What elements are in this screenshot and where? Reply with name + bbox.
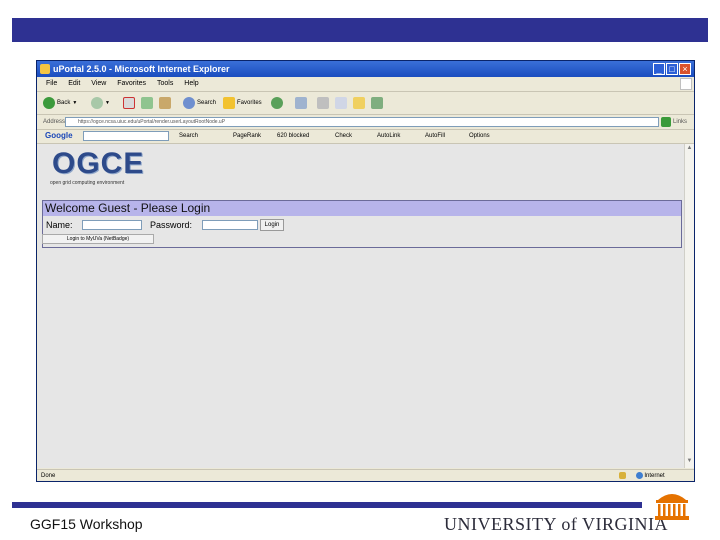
messenger-icon [371, 97, 383, 109]
login-header: Welcome Guest - Please Login [43, 201, 681, 216]
google-options-button[interactable]: Options [469, 129, 490, 143]
home-icon [159, 97, 171, 109]
standard-toolbar: Back ▼ ▼ Search Favorites [37, 92, 694, 115]
workshop-label: GGF15 Workshop [30, 516, 143, 532]
rotunda-logo [655, 494, 689, 520]
maximize-button[interactable]: □ [666, 63, 678, 75]
vertical-scrollbar[interactable]: ▲ ▼ [684, 144, 694, 468]
forward-icon [91, 97, 103, 109]
address-input[interactable]: https://ogce.ncsa.uiuc.edu/uPortal/rende… [65, 117, 659, 127]
stop-icon [123, 97, 135, 109]
back-icon [43, 97, 55, 109]
close-button[interactable]: × [679, 63, 691, 75]
address-bar: Address https://ogce.ncsa.uiuc.edu/uPort… [37, 115, 694, 130]
menu-edit[interactable]: Edit [68, 77, 80, 91]
status-bar: Done Internet [37, 469, 694, 481]
status-text: Done [41, 473, 56, 479]
page-viewport: OGCE open grid computing environment Wel… [38, 144, 684, 468]
search-icon [183, 97, 195, 109]
google-search-input[interactable] [83, 131, 169, 141]
lock-icon [619, 471, 626, 479]
go-icon[interactable] [661, 117, 671, 127]
refresh-button[interactable] [141, 96, 153, 110]
login-button[interactable]: Login [260, 219, 284, 231]
google-logo[interactable]: Google [45, 129, 73, 143]
security-zone: Internet [619, 470, 665, 481]
forward-button[interactable]: ▼ [91, 96, 110, 110]
messenger-button[interactable] [371, 96, 383, 110]
internet-zone-icon [635, 471, 643, 479]
password-input[interactable] [202, 220, 258, 230]
name-input[interactable] [82, 220, 142, 230]
menu-help[interactable]: Help [184, 77, 198, 91]
uva-wordmark: UNIVERSITY of VIRGINIA [444, 514, 668, 534]
edit-button[interactable] [335, 96, 347, 110]
refresh-icon [141, 97, 153, 109]
menu-favorites[interactable]: Favorites [117, 77, 146, 91]
mail-icon [295, 97, 307, 109]
scroll-up-icon[interactable]: ▲ [686, 145, 693, 152]
print-icon [317, 97, 329, 109]
autolink-button[interactable]: AutoLink [377, 129, 400, 143]
address-label: Address [43, 119, 66, 125]
popup-blocked-counter[interactable]: 620 blocked [277, 129, 309, 143]
password-label: Password: [150, 220, 193, 230]
ogce-tagline: open grid computing environment [50, 180, 125, 186]
menu-file[interactable]: File [46, 77, 57, 91]
menu-view[interactable]: View [91, 77, 106, 91]
folder-button[interactable] [353, 96, 365, 110]
ogce-logo: OGCE [52, 147, 145, 180]
menu-tools[interactable]: Tools [157, 77, 173, 91]
ie-icon [40, 64, 50, 74]
scroll-down-icon[interactable]: ▼ [686, 458, 693, 465]
favorites-icon [223, 97, 235, 109]
menu-bar: File Edit View Favorites Tools Help [37, 77, 694, 92]
search-button[interactable]: Search [183, 96, 216, 110]
slide-top-band [12, 18, 708, 42]
home-button[interactable] [159, 96, 171, 110]
window-title: uPortal 2.5.0 - Microsoft Internet Explo… [53, 64, 230, 74]
browser-window: uPortal 2.5.0 - Microsoft Internet Explo… [36, 60, 695, 482]
media-icon [271, 97, 283, 109]
print-button[interactable] [317, 96, 329, 110]
minimize-button[interactable]: _ [653, 63, 665, 75]
name-label: Name: [46, 220, 73, 230]
stop-button[interactable] [123, 96, 135, 110]
links-button[interactable]: Links [673, 115, 687, 129]
folder-icon [353, 97, 365, 109]
autofill-button[interactable]: AutoFill [425, 129, 445, 143]
title-bar: uPortal 2.5.0 - Microsoft Internet Explo… [37, 61, 694, 77]
media-button[interactable] [271, 96, 283, 110]
slide-bottom-rule [12, 502, 642, 508]
netbadge-login-button[interactable]: Login to MyUVa (NetBadge) [42, 234, 154, 244]
back-button[interactable]: Back ▼ [43, 96, 77, 110]
windows-logo-icon [680, 78, 692, 90]
google-toolbar: Google Search PageRank 620 blocked Check… [37, 129, 694, 144]
edit-icon [335, 97, 347, 109]
google-pagerank[interactable]: PageRank [233, 129, 261, 143]
mail-button[interactable] [295, 96, 307, 110]
google-search-button[interactable]: Search [179, 129, 198, 143]
favorites-button[interactable]: Favorites [223, 96, 262, 110]
spell-check-button[interactable]: Check [335, 129, 352, 143]
